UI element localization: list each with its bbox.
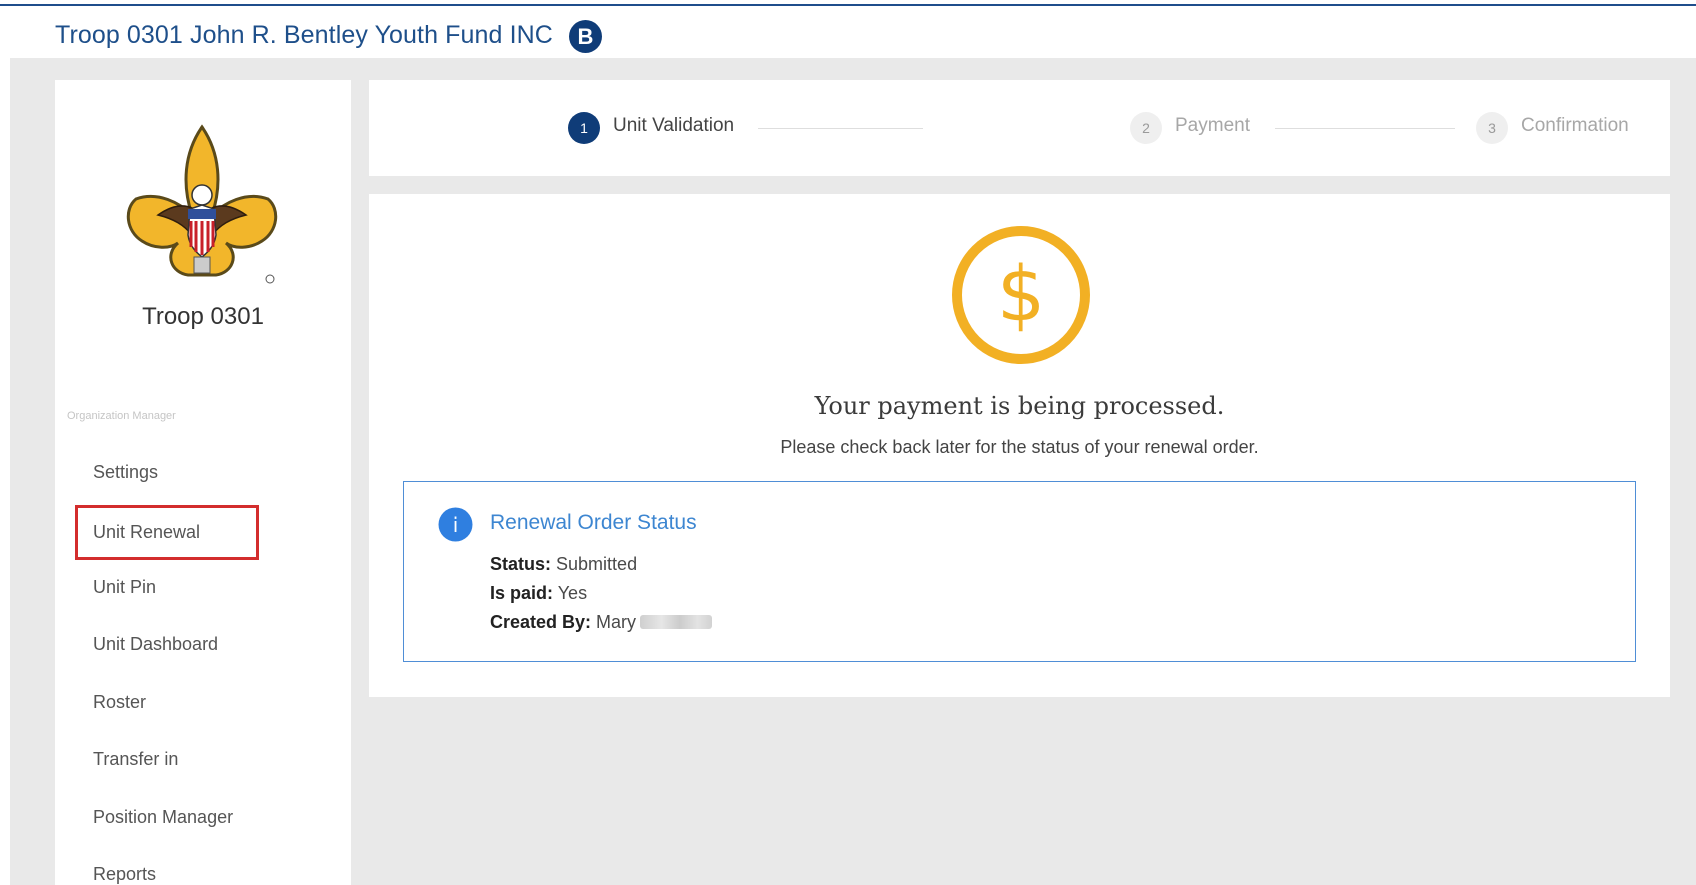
troop-name: Troop 0301 — [142, 303, 264, 330]
step-1-number: 1 — [568, 112, 600, 144]
dollar-symbol: $ — [997, 249, 1045, 338]
step-3-label: Confirmation — [1521, 115, 1629, 136]
step-2-label: Payment — [1175, 115, 1250, 136]
bsa-fleur-de-lis-logo — [126, 124, 278, 284]
step-3-number: 3 — [1476, 112, 1508, 144]
sidebar-item-transfer-in[interactable]: Transfer in — [93, 749, 178, 770]
status-row: Status: Submitted — [490, 554, 637, 575]
sidebar-item-unit-pin[interactable]: Unit Pin — [93, 577, 156, 598]
progress-stepper — [369, 80, 1670, 176]
paid-row: Is paid: Yes — [490, 583, 587, 604]
dollar-icon: $ — [952, 226, 1090, 364]
redacted-surname — [640, 615, 713, 629]
created-by-value: Mary — [596, 612, 637, 632]
org-badge[interactable]: B — [569, 20, 602, 53]
info-symbol: i — [453, 513, 459, 537]
paid-value: Yes — [557, 583, 588, 603]
step-2-number: 2 — [1130, 112, 1162, 144]
status-value: Submitted — [556, 554, 638, 574]
step-connector-2 — [1275, 128, 1455, 129]
step-connector-1 — [758, 128, 923, 129]
org-title: Troop 0301 John R. Bentley Youth Fund IN… — [55, 21, 553, 49]
sidebar-item-reports[interactable]: Reports — [93, 864, 156, 885]
info-icon: i — [438, 507, 473, 542]
paid-label: Is paid: — [490, 583, 554, 603]
payment-processing-title: Your payment is being processed. — [814, 392, 1225, 420]
created-by-row: Created By: Mary — [490, 612, 713, 633]
status-label: Status: — [490, 554, 552, 574]
status-box-title: Renewal Order Status — [490, 511, 697, 534]
section-label: Organization Manager — [67, 410, 176, 422]
step-1-label: Unit Validation — [613, 115, 735, 136]
sidebar-item-roster[interactable]: Roster — [93, 692, 146, 713]
sidebar-item-position-manager[interactable]: Position Manager — [93, 807, 233, 828]
sidebar-item-settings[interactable]: Settings — [93, 462, 158, 483]
sidebar-item-unit-renewal[interactable]: Unit Renewal — [75, 505, 260, 560]
sidebar-item-unit-dashboard[interactable]: Unit Dashboard — [93, 634, 218, 655]
payment-processing-subtitle: Please check back later for the status o… — [780, 437, 1259, 457]
created-by-label: Created By: — [490, 612, 592, 632]
